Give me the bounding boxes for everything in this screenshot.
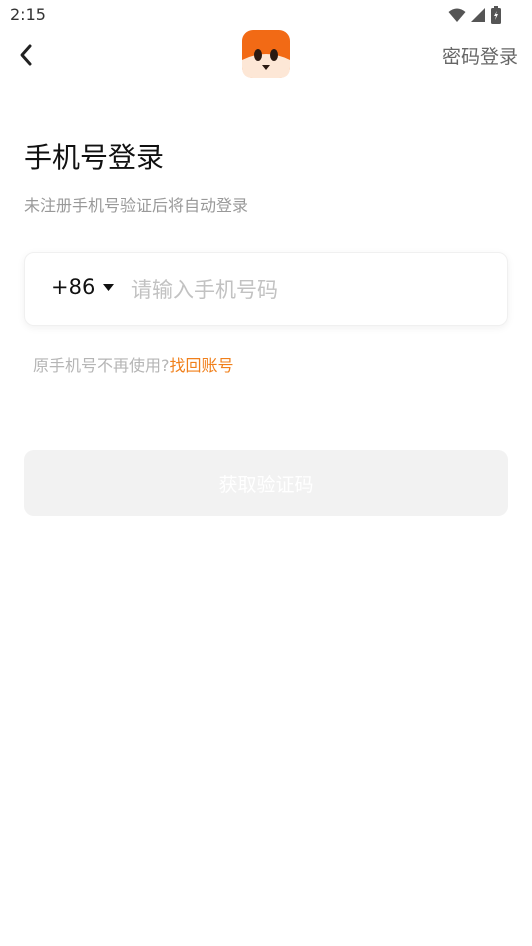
status-bar: 2:15 [0, 0, 532, 30]
app-logo [242, 30, 290, 78]
country-code-selector[interactable]: +86 [51, 275, 115, 299]
page-subtitle: 未注册手机号验证后将自动登录 [24, 196, 249, 215]
phone-login-screen: 2:15 密码登录 手机号登录 未注册手机号验证后将自动登录 +86 请输入手机… [0, 0, 532, 946]
back-button[interactable] [10, 40, 40, 70]
caret-down-icon [103, 283, 115, 291]
status-icons [448, 6, 502, 24]
password-login-link[interactable]: 密码登录 [442, 42, 518, 69]
recover-account-row: 原手机号不再使用? 找回账号 [33, 352, 234, 376]
battery-icon [491, 6, 501, 24]
get-verification-code-button[interactable]: 获取验证码 [24, 450, 508, 516]
recover-account-link[interactable]: 找回账号 [170, 352, 234, 376]
signal-icon [471, 8, 485, 22]
country-code-value: +86 [51, 275, 96, 299]
status-time: 2:15 [10, 5, 46, 24]
page-title: 手机号登录 [24, 141, 165, 174]
wifi-icon [448, 8, 466, 22]
recover-hint-text: 原手机号不再使用? [33, 356, 170, 375]
phone-input-card: +86 [24, 252, 508, 326]
phone-number-input[interactable] [131, 271, 481, 309]
chevron-left-icon [20, 44, 32, 66]
